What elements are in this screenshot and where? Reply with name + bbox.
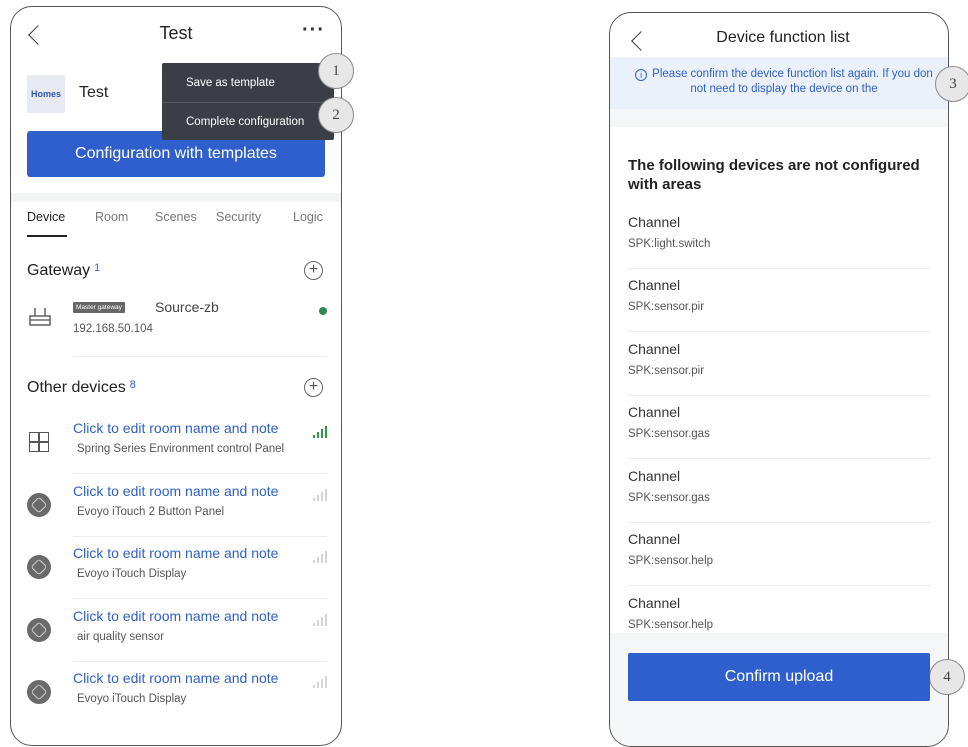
home-logo: Homes [27, 75, 65, 113]
home-name: Test [79, 84, 109, 101]
section-separator [610, 109, 948, 127]
device-title: Click to edit room name and note [73, 670, 279, 686]
page-title: Test [159, 23, 193, 43]
notice-text-block: i Please confirm the device function list… [628, 67, 940, 97]
device-row[interactable]: Click to edit room name and note Spring … [27, 412, 327, 474]
tab-bar: Device Room Scenes Security Logic [27, 210, 327, 240]
device-subtitle: Evoyo iTouch Display [77, 693, 187, 705]
tab-security[interactable]: Security [216, 210, 261, 224]
master-gateway-badge: Master gateway [73, 302, 125, 313]
device-title: Click to edit room name and note [73, 420, 279, 436]
gateway-ip: 192.168.50.104 [73, 323, 153, 335]
gateway-count: 1 [94, 262, 101, 274]
signal-strength-icon [313, 676, 327, 688]
callout-1: 1 [318, 53, 354, 89]
online-status-dot [319, 307, 327, 315]
channel-row[interactable]: Channel SPK:sensor.pir [628, 269, 930, 332]
channel-row[interactable]: Channel SPK:sensor.help [628, 523, 930, 586]
device-subtitle: air quality sensor [77, 631, 164, 643]
device-subtitle: Evoyo iTouch Display [77, 568, 187, 580]
callout-3: 3 [935, 66, 968, 102]
signal-strength-icon [313, 614, 327, 626]
other-devices-count: 8 [129, 379, 136, 391]
row-divider [73, 598, 327, 599]
channel-name: Channel [628, 277, 681, 293]
row-divider [628, 585, 930, 586]
signal-strength-icon [313, 426, 327, 438]
device-row[interactable]: Click to edit room name and note Evoyo i… [27, 662, 327, 724]
channel-name: Channel [628, 531, 681, 547]
channel-type: SPK:sensor.help [628, 555, 714, 567]
channel-type: SPK:sensor.gas [628, 428, 710, 440]
device-title: Click to edit room name and note [73, 545, 279, 561]
channel-type: SPK:sensor.gas [628, 492, 710, 504]
channel-type: SPK:light.switch [628, 238, 711, 250]
tab-room[interactable]: Room [95, 210, 128, 224]
device-round-icon [27, 493, 51, 517]
left-phone-screen: Test ··· Homes Test Configuration with t… [10, 6, 342, 746]
device-round-icon [27, 680, 51, 704]
top-bar: Test ··· [11, 7, 341, 57]
more-options-icon[interactable]: ··· [302, 20, 325, 40]
channel-name: Channel [628, 404, 681, 420]
channel-name: Channel [628, 595, 681, 611]
channel-name: Channel [628, 341, 681, 357]
active-tab-indicator [27, 235, 67, 237]
gateway-row[interactable]: Master gateway Source-zb 192.168.50.104 [27, 295, 327, 357]
complete-configuration-menu-item[interactable]: Complete configuration [162, 102, 334, 140]
other-devices-section-title: Other devices 8 [27, 379, 136, 397]
more-options-menu: Save as template Complete configuration [162, 63, 334, 140]
gateway-name: Source-zb [155, 299, 219, 315]
device-subtitle: Evoyo iTouch 2 Button Panel [77, 506, 225, 518]
gateway-title: Gateway [27, 262, 91, 279]
device-row[interactable]: Click to edit room name and note Evoyo i… [27, 475, 327, 537]
device-row[interactable]: Click to edit room name and note air qua… [27, 600, 327, 662]
channel-type: SPK:sensor.pir [628, 301, 705, 313]
device-round-icon [27, 555, 51, 579]
row-divider [73, 473, 327, 474]
add-device-icon[interactable]: + [304, 378, 323, 397]
panel-grid-icon [29, 432, 49, 452]
gateway-section-title: Gateway 1 [27, 262, 100, 280]
device-title: Click to edit room name and note [73, 608, 279, 624]
device-title: Click to edit room name and note [73, 483, 279, 499]
add-gateway-icon[interactable]: + [304, 261, 323, 280]
row-divider [628, 458, 930, 459]
callout-4: 4 [929, 659, 965, 695]
row-divider [73, 356, 327, 357]
channel-row[interactable]: Channel SPK:sensor.gas [628, 460, 930, 523]
other-devices-title: Other devices [27, 379, 126, 396]
channel-row[interactable]: Channel SPK:sensor.gas [628, 396, 930, 459]
device-round-icon [27, 618, 51, 642]
channel-row[interactable]: Channel SPK:light.switch [628, 206, 930, 269]
row-divider [628, 331, 930, 332]
info-icon: i [635, 69, 648, 81]
device-row[interactable]: Click to edit room name and note Evoyo i… [27, 537, 327, 599]
right-phone-screen: Device function list i Please confirm the… [609, 12, 949, 747]
unconfigured-devices-heading: The following devices are not configured… [628, 157, 920, 193]
tab-scenes[interactable]: Scenes [155, 210, 197, 224]
channel-row[interactable]: Channel SPK:sensor.pir [628, 333, 930, 396]
channel-type: SPK:sensor.pir [628, 365, 705, 377]
notice-banner: i Please confirm the device function list… [610, 57, 948, 109]
save-as-template-menu-item[interactable]: Save as template [162, 64, 334, 102]
confirm-upload-button[interactable]: Confirm upload [628, 653, 930, 701]
signal-strength-icon [313, 489, 327, 501]
signal-strength-icon [313, 551, 327, 563]
tab-logic[interactable]: Logic [293, 210, 323, 224]
tab-device[interactable]: Device [27, 210, 65, 224]
channel-name: Channel [628, 214, 681, 230]
device-subtitle: Spring Series Environment control Panel [77, 443, 285, 455]
section-separator [11, 193, 341, 202]
channel-type: SPK:sensor.help [628, 619, 714, 631]
router-icon [29, 308, 51, 326]
channel-name: Channel [628, 468, 681, 484]
notice-text: Please confirm the device function list … [652, 68, 933, 95]
page-title: Device function list [716, 29, 850, 46]
callout-2: 2 [318, 97, 354, 133]
